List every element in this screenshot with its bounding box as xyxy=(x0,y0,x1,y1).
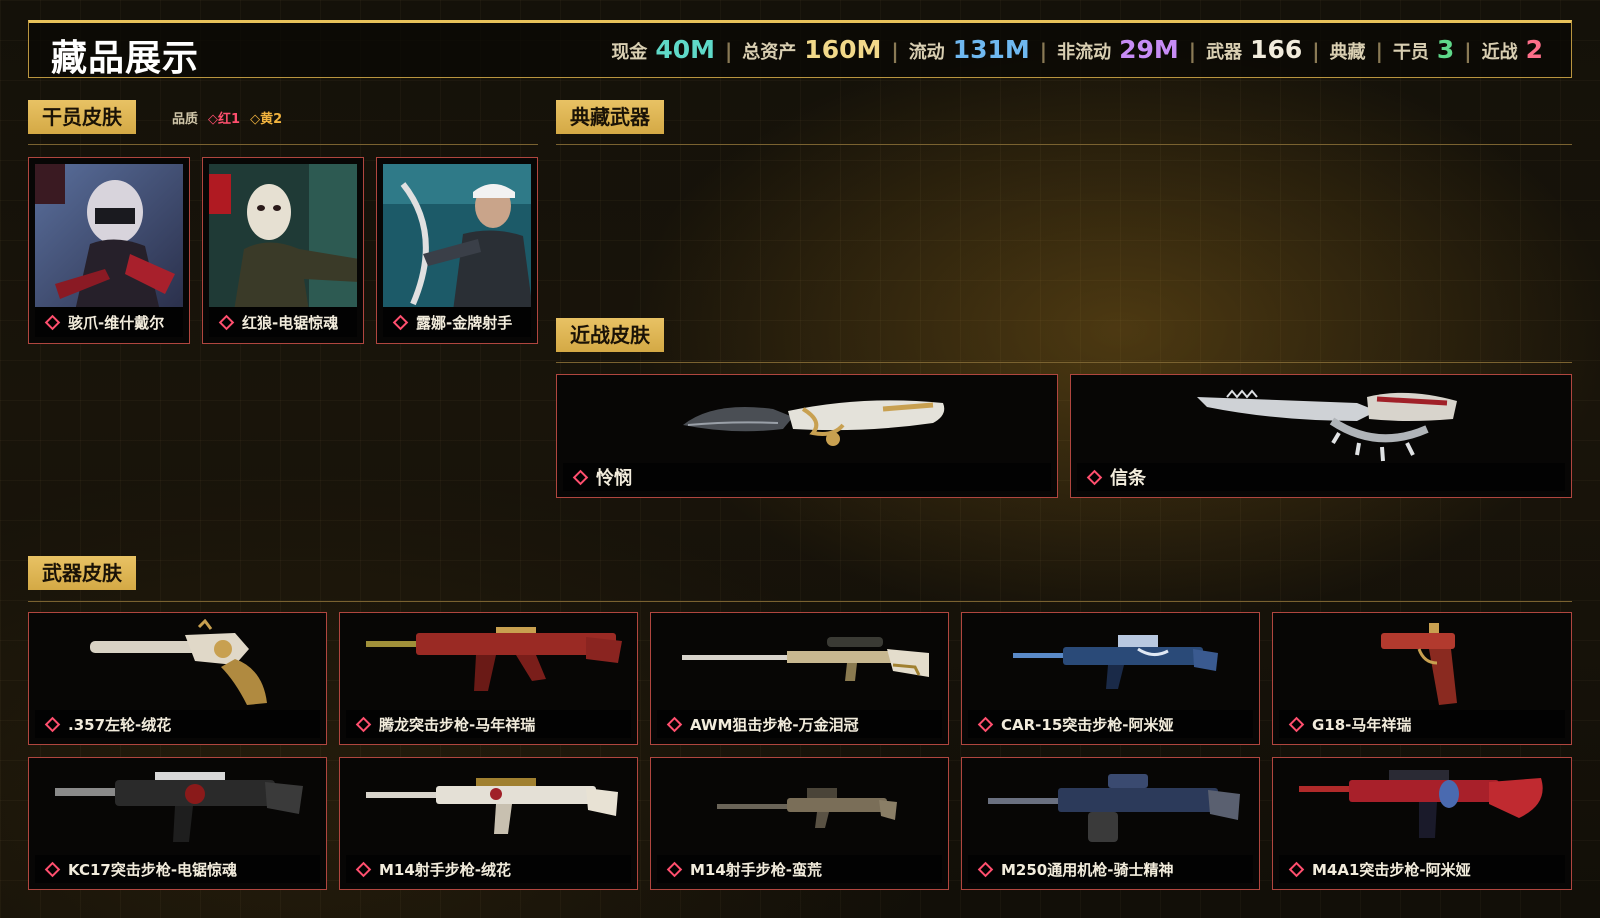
divider xyxy=(556,362,1572,363)
operator-card[interactable]: 骇爪-维什戴尔 xyxy=(28,157,190,344)
diamond-icon xyxy=(1086,469,1103,485)
knife-trench-icon xyxy=(1077,381,1565,463)
section-tag-weapon-skins: 武器皮肤 xyxy=(28,556,136,590)
stat-weapons: 武器 166 xyxy=(1206,35,1303,64)
diamond-icon xyxy=(218,314,235,330)
marksman-rifle-icon xyxy=(346,764,631,855)
knife-karambit-icon xyxy=(563,381,1051,463)
divider xyxy=(556,144,1572,145)
weapon-card[interactable]: M4A1突击步枪-阿米娅 xyxy=(1272,757,1572,890)
diamond-icon xyxy=(44,861,61,877)
stat-melee: 近战 2 xyxy=(1481,35,1543,64)
quality-summary: 品质 ◇红1 ◇黄2 xyxy=(172,108,282,127)
diamond-icon xyxy=(1288,861,1305,877)
diamond-icon xyxy=(392,314,409,330)
stat-collection: 典藏 xyxy=(1329,42,1366,63)
weapon-card-caption: G18-马年祥瑞 xyxy=(1279,710,1565,738)
melee-card-caption: 信条 xyxy=(1077,463,1565,491)
weapon-card-caption: AWM狙击步枪-万金泪冠 xyxy=(657,710,942,738)
assault-rifle-icon xyxy=(35,764,320,855)
diamond-icon xyxy=(666,861,683,877)
machine-gun-icon xyxy=(968,764,1253,855)
weapon-card[interactable]: KC17突击步枪-电锯惊魂 xyxy=(28,757,327,890)
diamond-icon xyxy=(1288,716,1305,732)
quality-yellow-count: ◇黄2 xyxy=(250,112,283,127)
melee-card-caption: 怜悯 xyxy=(563,463,1051,491)
section-tag-collection-weapons: 典藏武器 xyxy=(556,100,664,134)
operator-card[interactable]: 露娜-金牌射手 xyxy=(376,157,538,344)
stats-bar: 现金 40M | 总资产 160M | 流动 131M | 非流动 29M | 武器 16… xyxy=(611,35,1543,64)
revolver-icon xyxy=(35,619,320,710)
diamond-icon xyxy=(977,716,994,732)
operator-portrait-redwolf xyxy=(209,164,357,309)
stat-operators: 干员 3 xyxy=(1392,35,1455,64)
operator-portrait-hackclaw xyxy=(35,164,183,309)
marksman-rifle-icon xyxy=(657,764,942,855)
weapon-card[interactable]: M14射手步枪-蛮荒 xyxy=(650,757,949,890)
weapon-card-caption: M250通用机枪-骑士精神 xyxy=(968,855,1253,883)
diamond-icon xyxy=(44,716,61,732)
weapon-card[interactable]: G18-马年祥瑞 xyxy=(1272,612,1572,745)
pistol-icon xyxy=(1279,619,1565,710)
operator-card-caption: 红狼-电锯惊魂 xyxy=(209,307,357,337)
diamond-icon xyxy=(977,861,994,877)
assault-rifle-icon xyxy=(968,619,1253,710)
stat-total-assets: 总资产 160M xyxy=(742,35,882,64)
stat-cash: 现金 40M xyxy=(611,35,715,64)
operator-card-caption: 骇爪-维什戴尔 xyxy=(35,307,183,337)
divider xyxy=(28,601,1572,602)
weapon-card-caption: M14射手步枪-绒花 xyxy=(346,855,631,883)
weapon-card[interactable]: AWM狙击步枪-万金泪冠 xyxy=(650,612,949,745)
assault-rifle-icon xyxy=(1279,764,1565,855)
weapon-card-caption: KC17突击步枪-电锯惊魂 xyxy=(35,855,320,883)
weapon-card[interactable]: .357左轮-绒花 xyxy=(28,612,327,745)
section-tag-operator-skins: 干员皮肤 xyxy=(28,100,136,134)
operator-portrait-luna xyxy=(383,164,531,309)
diamond-icon xyxy=(572,469,589,485)
operator-card[interactable]: 红狼-电锯惊魂 xyxy=(202,157,364,344)
page-title: 藏品展示 xyxy=(51,38,200,79)
operator-card-caption: 露娜-金牌射手 xyxy=(383,307,531,337)
quality-red-count: ◇红1 xyxy=(208,112,241,127)
sniper-rifle-icon xyxy=(657,619,942,710)
melee-card[interactable]: 怜悯 xyxy=(556,374,1058,498)
diamond-icon xyxy=(355,716,372,732)
weapon-card-caption: CAR-15突击步枪-阿米娅 xyxy=(968,710,1253,738)
weapon-card[interactable]: M250通用机枪-骑士精神 xyxy=(961,757,1260,890)
section-tag-melee-skins: 近战皮肤 xyxy=(556,318,664,352)
weapon-card-caption: M4A1突击步枪-阿米娅 xyxy=(1279,855,1565,883)
weapon-card[interactable]: 腾龙突击步枪-马年祥瑞 xyxy=(339,612,638,745)
divider xyxy=(28,144,538,145)
diamond-icon xyxy=(666,716,683,732)
diamond-icon xyxy=(355,861,372,877)
weapon-card[interactable]: M14射手步枪-绒花 xyxy=(339,757,638,890)
diamond-icon xyxy=(44,314,61,330)
weapon-card[interactable]: CAR-15突击步枪-阿米娅 xyxy=(961,612,1260,745)
assault-rifle-icon xyxy=(346,619,631,710)
stat-liquid: 流动 131M xyxy=(908,35,1030,64)
stat-non-liquid: 非流动 29M xyxy=(1057,35,1179,64)
weapon-card-caption: .357左轮-绒花 xyxy=(35,710,320,738)
weapon-card-caption: M14射手步枪-蛮荒 xyxy=(657,855,942,883)
header-bar: 藏品展示 现金 40M | 总资产 160M | 流动 131M | 非流动 29M |… xyxy=(28,20,1572,79)
melee-card[interactable]: 信条 xyxy=(1070,374,1572,498)
weapon-card-caption: 腾龙突击步枪-马年祥瑞 xyxy=(346,710,631,738)
